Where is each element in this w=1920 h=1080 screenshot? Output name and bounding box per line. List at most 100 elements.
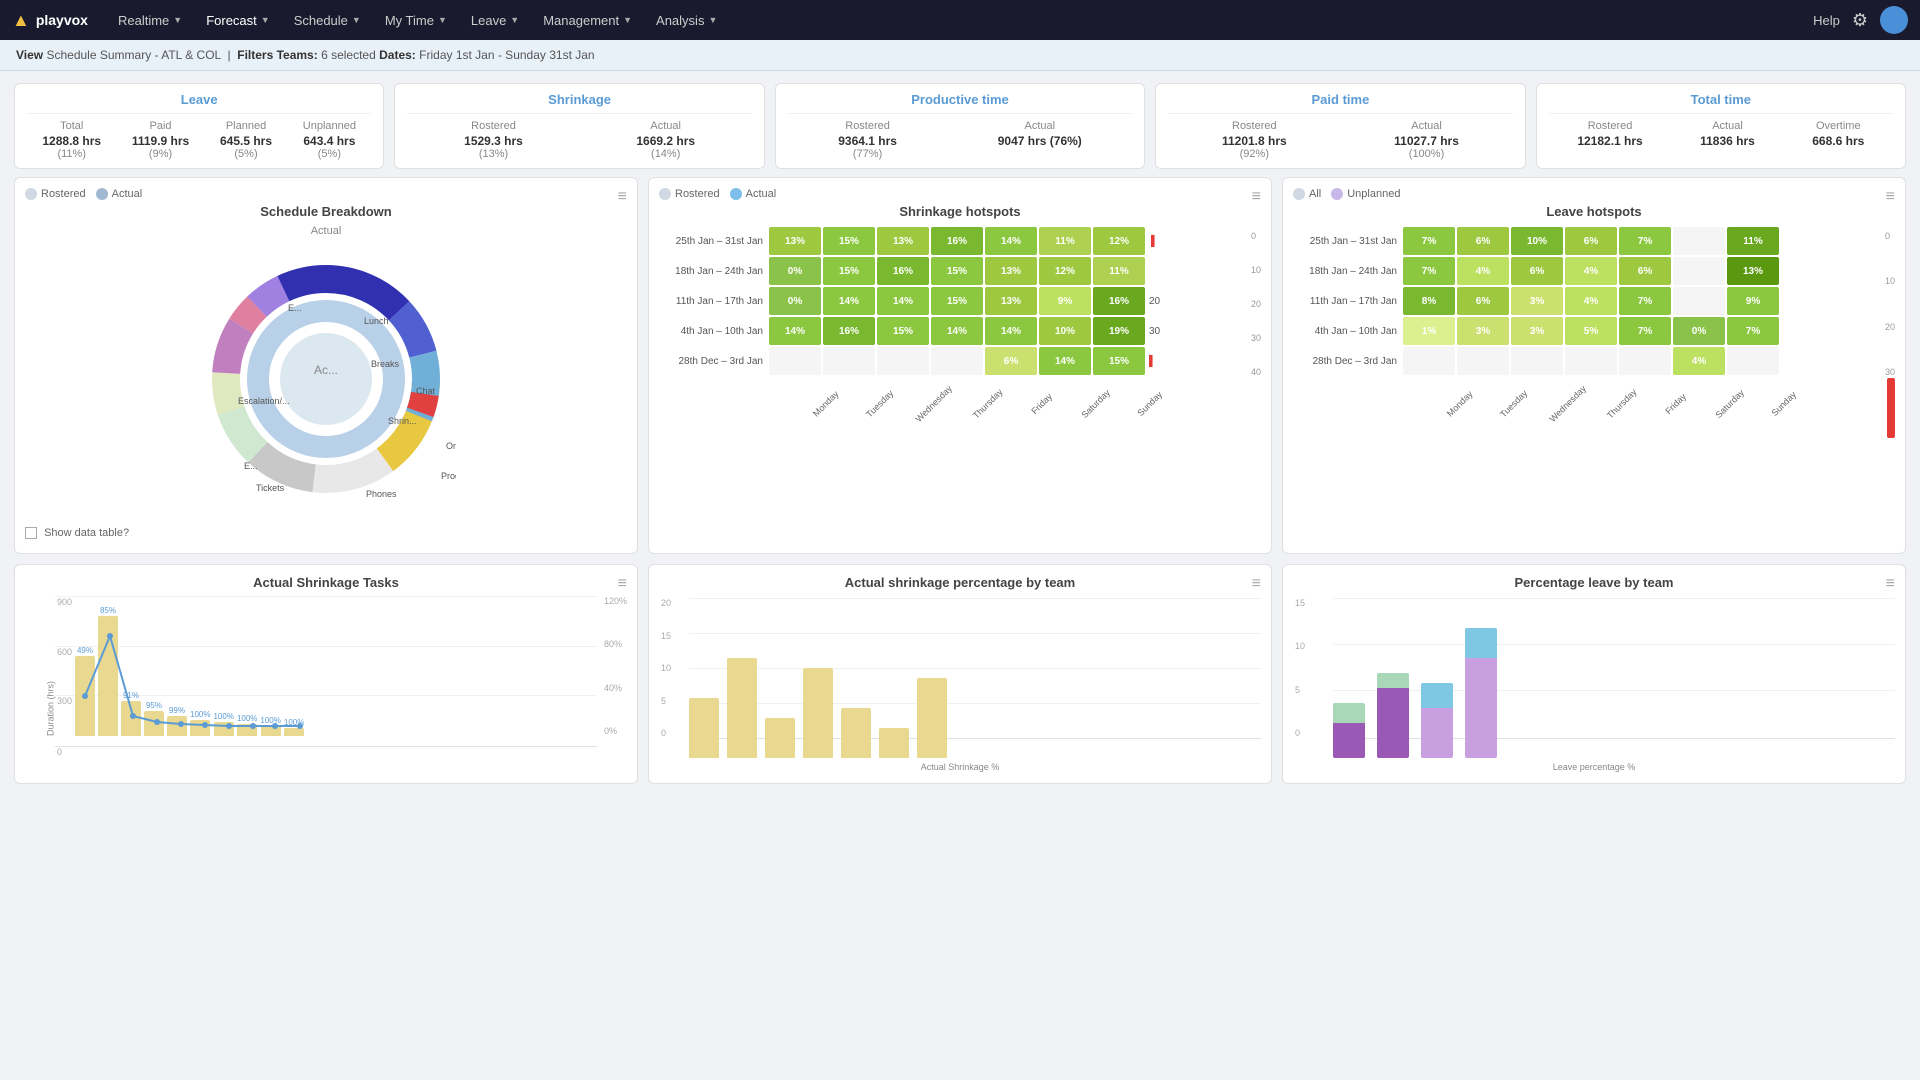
svg-text:Shrin...: Shrin... [388,416,417,426]
svg-text:Lunch: Lunch [364,316,389,326]
filter-bar: View Schedule Summary - ATL & COL | Filt… [0,40,1920,71]
forecast-arrow: ▼ [261,15,270,25]
leave-cols: Total 1288.8 hrs (11%) Paid 1119.9 hrs (… [27,120,371,160]
shrinkage-team-yaxis: 20 15 10 5 0 [661,598,671,738]
svg-text:E...: E... [244,461,258,471]
leave-paid: Paid 1119.9 hrs (9%) [132,120,189,160]
nav-left: ▲ playvox Realtime ▼ Forecast ▼ Schedule… [12,0,727,40]
leave-unplanned-legend[interactable]: Unplanned [1331,188,1400,200]
leave-card: Leave Total 1288.8 hrs (11%) Paid 1119.9… [14,83,384,169]
nav-mytime[interactable]: My Time ▼ [375,0,457,40]
leave-unplanned: Unplanned 643.4 hrs (5%) [303,120,356,160]
schedule-donut-svg: Ac... Lunch Breaks Chat Shrin... E... Es… [196,249,456,509]
nav-avatar[interactable] [1880,6,1908,34]
paidtime-rostered: Rostered 11201.8 hrs (92%) [1222,120,1287,160]
nav-management[interactable]: Management ▼ [533,0,642,40]
nav-realtime[interactable]: Realtime ▼ [108,0,192,40]
leave-hotspots-card: All Unplanned ≡ Leave hotspots 25th Jan … [1282,177,1906,554]
paidtime-card: Paid time Rostered 11201.8 hrs (92%) Act… [1155,83,1525,169]
totaltime-cols: Rostered 12182.1 hrs Actual 11836 hrs Ov… [1549,120,1893,148]
schedule-breakdown-title: Schedule Breakdown [25,204,627,219]
leave-team-title: Percentage leave by team [1293,575,1895,590]
svg-text:E...: E... [288,303,302,313]
leave-heatmap: 25th Jan – 31st Jan 7% 6% 10% 6% 7% 11% … [1293,227,1895,419]
schedule-breakdown-subtitle: Actual [25,225,627,237]
shrinkage-actual-legend[interactable]: Actual [730,188,777,200]
heatmap-right-axis: 0 10 20 30 40 [1245,227,1261,377]
paidtime-actual: Actual 11027.7 hrs (100%) [1394,120,1459,160]
productive-rostered: Rostered 9364.1 hrs (77%) [838,120,897,160]
nav-logo[interactable]: ▲ playvox [12,10,88,31]
view-label: View [16,48,43,62]
svg-text:Ac...: Ac... [314,363,338,377]
schedule-breakdown-card: Rostered Actual ≡ Schedule Breakdown Act… [14,177,638,554]
leave-hotspots-title: Leave hotspots [1293,204,1895,219]
nav-forecast[interactable]: Forecast ▼ [196,0,280,40]
heatmap-day-labels: Monday Tuesday Wednesday Thursday Friday… [775,379,1245,419]
productive-card: Productive time Rostered 9364.1 hrs (77%… [775,83,1145,169]
bottom-charts: ≡ Actual Shrinkage Tasks Duration (hrs) … [0,564,1920,798]
leave-heatmap-row-4: 28th Dec – 3rd Jan 4% [1293,347,1879,375]
shrinkage-heatmap: 25th Jan – 31st Jan 13% 15% 13% 16% 14% … [659,227,1261,419]
totaltime-rostered: Rostered 12182.1 hrs [1577,120,1642,148]
shrinkage-line [75,596,355,736]
view-value: Schedule Summary - ATL & COL | [46,48,237,62]
svg-text:Chat: Chat [416,386,436,396]
actual-legend[interactable]: Actual [96,188,143,200]
leave-team-menu[interactable]: ≡ [1886,575,1895,593]
leave-heatmap-row-2: 11th Jan – 17th Jan 8% 6% 3% 4% 7% 9% [1293,287,1879,315]
schedule-breakdown-menu[interactable]: ≡ [618,188,627,206]
totaltime-title: Total time [1549,92,1893,114]
paidtime-cols: Rostered 11201.8 hrs (92%) Actual 11027.… [1168,120,1512,160]
leave-all-legend[interactable]: All [1293,188,1321,200]
right-axis-pct: 120% 80% 40% 0% [604,596,627,736]
leave-red-bar [1887,378,1895,438]
shrinkage-tasks-title: Actual Shrinkage Tasks [25,575,627,590]
heatmap-row-4: 28th Dec – 3rd Jan 6% 14% 15% ▌ [659,347,1245,375]
settings-icon[interactable]: ⚙ [1852,10,1868,31]
shrinkage-hotspots-card: Rostered Actual ≡ Shrinkage hotspots 25t… [648,177,1272,554]
svg-text:Escalation/...: Escalation/... [238,396,290,406]
shrinkage-actual: Actual 1669.2 hrs (14%) [636,120,695,160]
realtime-arrow: ▼ [173,15,182,25]
nav-schedule[interactable]: Schedule ▼ [284,0,371,40]
analysis-arrow: ▼ [708,15,717,25]
show-data-table: Show data table? [25,523,627,543]
nav-analysis[interactable]: Analysis ▼ [646,0,727,40]
leave-heatmap-row-0: 25th Jan – 31st Jan 7% 6% 10% 6% 7% 11% [1293,227,1879,255]
leave-right-axis: 0 10 20 30 [1879,227,1895,377]
leave-team-bars [1333,618,1895,758]
logo-text: playvox [36,12,88,28]
productive-actual: Actual 9047 hrs (76%) [998,120,1082,160]
leave-team-ylabel: Leave percentage % [1293,762,1895,772]
dates-label: Dates: Friday 1st Jan - Sunday 31st Jan [379,48,594,62]
svg-text:Breaks: Breaks [371,359,400,369]
leave-heatmap-day-labels: Monday Tuesday Wednesday Thursday Friday… [1409,379,1879,419]
leave-hotspots-menu[interactable]: ≡ [1886,188,1895,206]
svg-text:Productive: Productive [441,471,456,481]
summary-cards: Leave Total 1288.8 hrs (11%) Paid 1119.9… [0,71,1920,177]
shrinkage-rostered: Rostered 1529.3 hrs (13%) [464,120,523,160]
heatmap-row-3: 4th Jan – 10th Jan 14% 16% 15% 14% 14% 1… [659,317,1245,345]
nav-leave[interactable]: Leave ▼ [461,0,529,40]
shrinkage-team-menu[interactable]: ≡ [1252,575,1261,593]
teams-label: Teams: 6 selected [277,48,380,62]
svg-text:Phones: Phones [366,489,397,499]
mytime-arrow: ▼ [438,15,447,25]
data-table-checkbox[interactable] [25,527,37,539]
shrinkage-rostered-legend[interactable]: Rostered [659,188,720,200]
chart-grid-row1: Rostered Actual ≡ Schedule Breakdown Act… [0,177,1920,564]
totaltime-card: Total time Rostered 12182.1 hrs Actual 1… [1536,83,1906,169]
shrinkage-by-team-card: ≡ Actual shrinkage percentage by team 20… [648,564,1272,784]
nav-help[interactable]: Help [1813,13,1840,28]
shrinkage-title: Shrinkage [407,92,751,114]
productive-title: Productive time [788,92,1132,114]
paidtime-title: Paid time [1168,92,1512,114]
heatmap-row-0: 25th Jan – 31st Jan 13% 15% 13% 16% 14% … [659,227,1245,255]
nav-right: Help ⚙ [1813,6,1908,34]
shrinkage-hotspots-menu[interactable]: ≡ [1252,188,1261,206]
leave-total: Total 1288.8 hrs (11%) [42,120,101,160]
rostered-legend[interactable]: Rostered [25,188,86,200]
shrinkage-tasks-menu[interactable]: ≡ [618,575,627,593]
leave-heatmap-row-3: 4th Jan – 10th Jan 1% 3% 3% 5% 7% 0% 7% [1293,317,1879,345]
